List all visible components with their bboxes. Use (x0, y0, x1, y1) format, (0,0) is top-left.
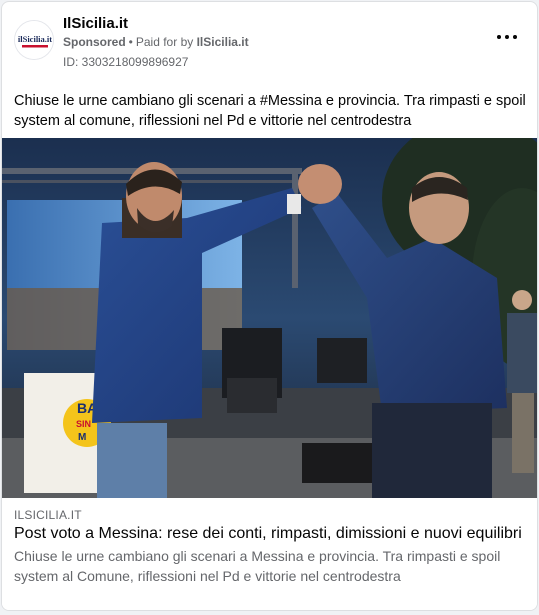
sponsored-label[interactable]: Sponsored (63, 35, 126, 49)
ilsicilia-logo-icon: ilSicilia.it (15, 21, 53, 59)
ad-id: ID: 3303218099896927 (63, 55, 189, 69)
banner-text-3: M (78, 432, 86, 443)
link-title[interactable]: Post voto a Messina: rese dei conti, rim… (14, 525, 522, 543)
more-dot (497, 35, 501, 39)
more-options-icon[interactable] (495, 29, 519, 45)
page-avatar[interactable]: ilSicilia.it (14, 20, 54, 60)
link-description: Chiuse le urne cambiano gli scenari a Me… (14, 548, 501, 584)
payer-name[interactable]: IlSicilia.it (197, 35, 249, 49)
meta-separator: • (128, 35, 133, 49)
post-photo[interactable]: BA SIN M (2, 138, 537, 498)
page-name-link[interactable]: IlSicilia.it (63, 15, 128, 32)
paid-for-prefix: Paid for by (135, 35, 194, 49)
post-body-text: Chiuse le urne cambiano gli scenari a #M… (14, 93, 526, 129)
banner-text-2: SIN (76, 419, 91, 429)
avatar-logo-text: ilSicilia.it (18, 34, 52, 44)
more-dot (505, 35, 509, 39)
more-dot (513, 35, 517, 39)
post-header: ilSicilia.it IlSicilia.it Sponsored • Paid… (2, 2, 537, 82)
sponsored-post-card: ilSicilia.it IlSicilia.it Sponsored • Paid… (1, 1, 538, 611)
post-meta: Sponsored • Paid for by IlSicilia.it (63, 35, 249, 49)
photo-illustration: BA SIN M (2, 138, 537, 498)
link-preview[interactable]: ILSICILIA.IT Post voto a Messina: rese d… (2, 498, 537, 610)
link-domain: ILSICILIA.IT (14, 508, 82, 522)
